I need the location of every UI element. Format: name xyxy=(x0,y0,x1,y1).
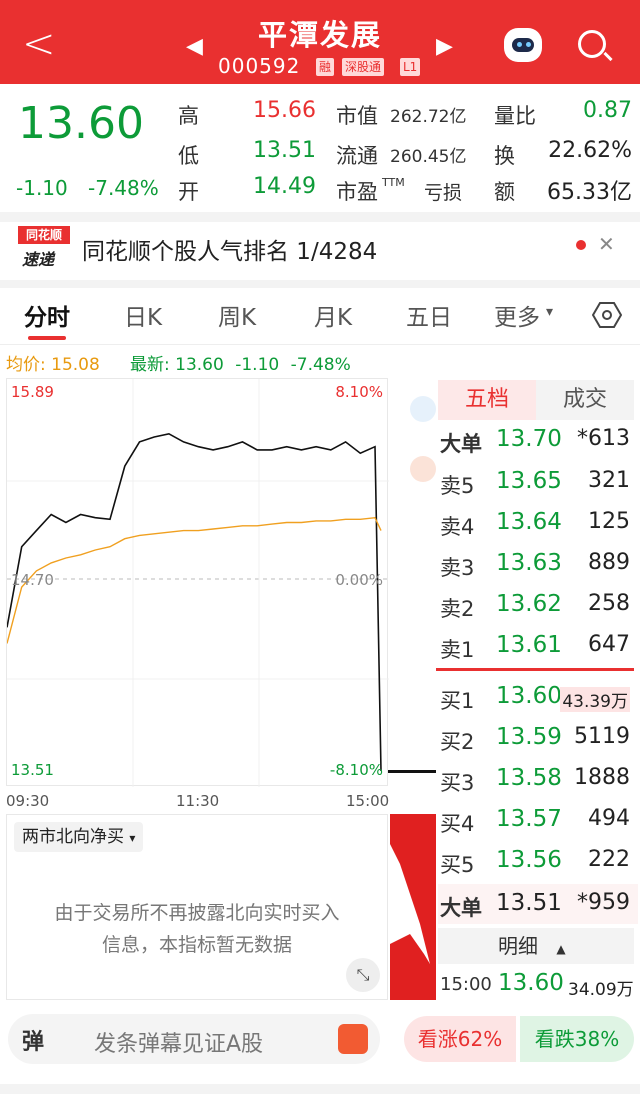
intraday-chart-svg xyxy=(7,379,389,787)
tab-deals[interactable]: 成交 xyxy=(536,380,634,420)
float-label: 流通 xyxy=(336,144,378,168)
ask-row-2: 卖2 13.62 258 xyxy=(440,591,630,621)
northbound-selector[interactable]: 两市北向净买 ▾ xyxy=(14,822,144,852)
x-label-close: 15:00 xyxy=(346,792,390,810)
northbound-msg-1: 由于交易所不再披露北向实时买入 xyxy=(54,902,340,924)
high-value: 15.66 xyxy=(253,98,316,123)
volratio-value: 0.87 xyxy=(583,98,632,123)
section-divider xyxy=(0,212,640,222)
notify-dot xyxy=(576,240,586,250)
y-mid-label: 14.70 xyxy=(11,571,54,589)
expand-icon[interactable]: ⤡ xyxy=(346,958,380,992)
open-label: 开 xyxy=(178,180,199,204)
ask-row-4: 卖4 13.64 125 xyxy=(440,509,630,539)
northbound-msg-2: 信息，本指标暂无数据 xyxy=(101,934,292,956)
x-label-open: 09:30 xyxy=(6,792,50,810)
tab-monthly-k[interactable]: 月K xyxy=(314,298,352,332)
float-button-blue[interactable] xyxy=(410,396,436,422)
bid-row-1: 买1 13.60 43.39万 xyxy=(440,683,630,713)
pct-mid-label: 0.00% xyxy=(335,571,383,589)
pe-ttm-sup: TTM xyxy=(382,176,405,189)
vote-bearish-button[interactable]: 看跌38% xyxy=(520,1016,634,1062)
stock-code: 000592 xyxy=(218,54,301,78)
price-change: -1.10 xyxy=(16,176,68,200)
y-max-label: 15.89 xyxy=(11,383,54,401)
float-button-orange[interactable] xyxy=(410,456,436,482)
float-value: 260.45亿 xyxy=(390,147,467,167)
bid-row-3: 买3 13.58 1888 xyxy=(440,765,630,795)
mktcap-value: 262.72亿 xyxy=(390,107,467,127)
tab-five-day[interactable]: 五日 xyxy=(406,298,452,332)
open-value: 14.49 xyxy=(253,174,316,199)
mktcap-label: 市值 xyxy=(336,104,378,128)
current-price: 13.60 xyxy=(18,98,144,149)
chevron-down-icon: ▾ xyxy=(546,304,554,320)
bid-row-2: 买2 13.59 5119 xyxy=(440,724,630,754)
big-sell-row: 大单 13.70 *613 xyxy=(440,426,630,456)
close-icon[interactable]: ✕ xyxy=(598,232,615,256)
bid-row-5: 买5 13.56 222 xyxy=(440,847,630,877)
divider xyxy=(0,344,640,345)
danmu-input[interactable]: 弹 发条弹幕见证A股 xyxy=(8,1014,380,1064)
pe-label: 市盈 xyxy=(336,180,378,204)
pe-value: 亏损 xyxy=(424,182,463,204)
tab-daily-k[interactable]: 日K xyxy=(124,298,162,332)
ask-row-5: 卖5 13.65 321 xyxy=(440,468,630,498)
ask-row-3: 卖3 13.63 889 xyxy=(440,550,630,580)
intraday-chart[interactable]: 15.89 8.10% 14.70 0.00% 13.51 -8.10% xyxy=(6,378,389,787)
trade-volume: 34.09万 xyxy=(568,980,634,1000)
detail-toggle[interactable]: 明细 ▲ xyxy=(438,928,634,964)
danmu-placeholder: 发条弹幕见证A股 xyxy=(94,1032,264,1057)
depth-bars xyxy=(390,814,436,1000)
tag-level: L1 xyxy=(400,58,421,76)
tag-margin: 融 xyxy=(316,58,335,76)
tab-five-levels[interactable]: 五档 xyxy=(438,380,536,420)
volratio-label: 量比 xyxy=(494,104,536,128)
robot-icon[interactable] xyxy=(504,28,542,62)
search-icon[interactable] xyxy=(578,30,606,58)
tab-more[interactable]: 更多 xyxy=(494,298,540,332)
trade-price: 13.60 xyxy=(498,970,564,996)
low-label: 低 xyxy=(178,144,199,168)
header-bar: < 平潭发展 ◀ ▶ 000592 融 深股通 L1 xyxy=(0,0,640,84)
avg-price-line xyxy=(7,516,382,644)
ask-row-1: 卖1 13.61 647 xyxy=(440,632,630,662)
latest-price-readout: 最新: 13.60 -1.10 -7.48% xyxy=(130,355,351,375)
amount-label: 额 xyxy=(494,180,515,204)
amount-value: 65.33亿 xyxy=(547,180,632,205)
section-divider xyxy=(0,280,640,288)
current-price-marker xyxy=(388,770,436,773)
price-change-pct: -7.48% xyxy=(88,176,159,200)
pct-min-label: -8.10% xyxy=(329,761,383,779)
high-label: 高 xyxy=(178,104,199,128)
y-min-label: 13.51 xyxy=(11,761,54,779)
tag-connect: 深股通 xyxy=(342,58,385,76)
price-line xyxy=(7,432,382,772)
active-tab-indicator xyxy=(28,336,66,340)
bid-ask-separator xyxy=(436,668,634,671)
avg-price-label: 均价: 15.08 xyxy=(6,355,100,375)
hexagon-settings-icon[interactable] xyxy=(592,300,622,330)
chevron-up-icon: ▲ xyxy=(556,942,566,956)
low-value: 13.51 xyxy=(253,138,316,163)
danmu-icon: 弹 xyxy=(22,1030,45,1055)
stock-name: 平潭发展 xyxy=(257,18,382,52)
trade-time: 15:00 xyxy=(440,974,492,995)
vote-bullish-button[interactable]: 看涨62% xyxy=(404,1016,516,1062)
bid-row-4: 买4 13.57 494 xyxy=(440,806,630,836)
big-buy-row: 大单 13.51 *959 xyxy=(438,884,638,924)
triangle-left-icon[interactable]: ◀ xyxy=(186,34,203,59)
turnover-value: 22.62% xyxy=(548,138,632,163)
tab-weekly-k[interactable]: 周K xyxy=(218,298,256,332)
avg-price-value: 15.08 xyxy=(51,355,100,375)
pct-max-label: 8.10% xyxy=(335,383,383,401)
tonghuashun-express-logo: 同花顺 速递 xyxy=(18,226,70,269)
popularity-rank-text[interactable]: 同花顺个股人气排名 1/4284 xyxy=(82,232,377,266)
x-label-midday: 11:30 xyxy=(176,792,220,810)
triangle-right-icon[interactable]: ▶ xyxy=(436,34,453,59)
gift-icon xyxy=(338,1024,368,1054)
bottom-spacer xyxy=(0,1084,640,1094)
turnover-label: 换 xyxy=(494,144,515,168)
tab-intraday[interactable]: 分时 xyxy=(24,298,70,332)
